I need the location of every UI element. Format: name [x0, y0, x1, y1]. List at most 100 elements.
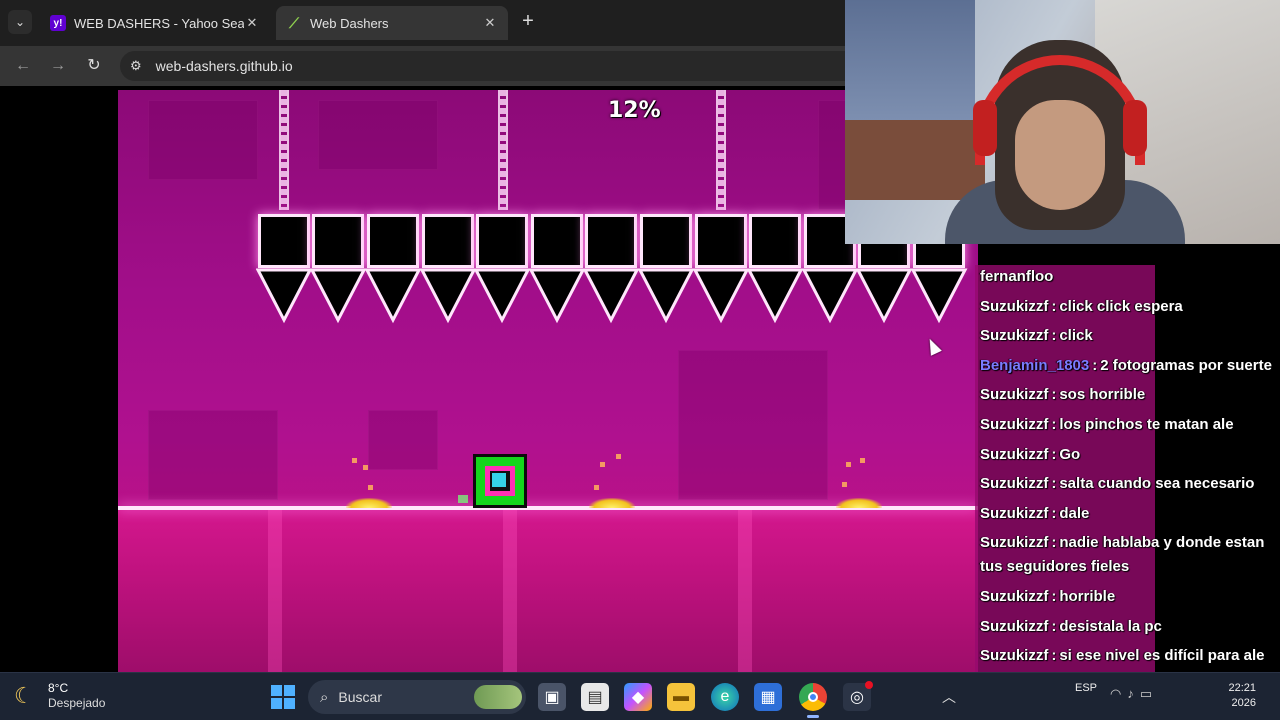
chat-text: click click espera — [1059, 297, 1183, 315]
taskbar-search[interactable]: ⌕ Buscar — [308, 680, 526, 714]
chevron-up-icon[interactable]: ︿ — [942, 687, 956, 707]
chat-username: Suzukizzf — [980, 415, 1049, 433]
spike — [801, 268, 859, 324]
chrome-icon[interactable] — [799, 683, 827, 718]
tab-web-dashers[interactable]: ⟋ Web Dashers ✕ — [276, 6, 508, 40]
spike — [637, 268, 695, 324]
new-tab-button[interactable]: + — [517, 11, 539, 33]
chat-username: Suzukizzf — [980, 475, 1049, 493]
forward-button[interactable]: → — [46, 54, 70, 78]
clock[interactable]: 22:21 2026 — [1210, 681, 1256, 711]
recording-badge — [865, 681, 873, 689]
chat-text: click — [1059, 327, 1093, 345]
spike — [746, 268, 804, 324]
address-bar[interactable]: ⚙ web-dashers.github.io — [120, 51, 845, 81]
chat-separator: : — [1051, 504, 1057, 522]
chain — [279, 90, 289, 210]
particle — [860, 458, 865, 463]
site-info-icon[interactable]: ⚙ — [130, 58, 142, 74]
windows-logo-tile — [284, 685, 295, 696]
background-block — [318, 100, 438, 170]
file-explorer-icon[interactable]: ▬ — [667, 683, 695, 711]
chat-separator: : — [1051, 297, 1057, 315]
tab-search-button[interactable]: ⌄ — [8, 10, 32, 34]
chrome-center — [808, 692, 818, 702]
browser-toolbar: ← → ↻ ⚙ web-dashers.github.io — [0, 46, 845, 86]
particle — [458, 495, 468, 503]
webcam-overlay — [845, 0, 1280, 244]
chat-message: Suzukizzf: click click espera — [975, 295, 1280, 319]
spike — [582, 268, 640, 324]
block — [367, 214, 419, 268]
jump-pad — [836, 498, 882, 508]
obs-icon[interactable]: ◎ — [843, 681, 873, 711]
chat-overlay: fernanfloo Suzukizzf: click click espera … — [975, 265, 1280, 720]
chat-username: Suzukizzf — [980, 297, 1049, 315]
chain — [498, 90, 508, 210]
ground-pillar — [268, 510, 282, 672]
chat-separator: : — [1051, 327, 1057, 345]
spike — [419, 268, 477, 324]
particle — [842, 482, 847, 487]
chat-username: Suzukizzf — [980, 504, 1049, 522]
chat-message: Suzukizzf: horrible — [975, 585, 1280, 609]
back-button[interactable]: ← — [11, 54, 35, 78]
chat-message: Suzukizzf: los pinchos te matan ale — [975, 413, 1280, 437]
notepad-icon[interactable]: ▤ — [581, 683, 609, 711]
particle — [616, 454, 621, 459]
chat-message: Suzukizzf: click — [975, 324, 1280, 348]
chat-separator: : — [1092, 356, 1098, 374]
level-progress: 12% — [608, 98, 661, 123]
weather-widget[interactable]: ☾ 8°C Despejado — [14, 681, 105, 711]
search-icon: ⌕ — [320, 688, 329, 706]
tab-yahoo-search[interactable]: y! WEB DASHERS - Yahoo Search T ✕ — [40, 6, 270, 40]
windows-logo-tile — [284, 698, 295, 709]
spike — [364, 268, 422, 324]
chat-message: fernanfloo — [975, 265, 1280, 289]
spike — [473, 268, 531, 324]
weather-temp: 8°C — [48, 681, 69, 695]
player-cube — [473, 454, 527, 508]
spike — [309, 268, 367, 324]
chat-text: sos horrible — [1059, 386, 1146, 404]
tab-title: WEB DASHERS - Yahoo Search T — [74, 15, 244, 31]
spike — [692, 268, 750, 324]
particle — [594, 485, 599, 490]
chat-username: Suzukizzf — [980, 647, 1049, 665]
webcam-curtain — [845, 0, 975, 120]
yahoo-icon: y! — [50, 15, 66, 31]
system-tray-icons[interactable]: ◠♪▭ — [1110, 686, 1158, 702]
particle — [600, 462, 605, 467]
spike-row — [256, 268, 968, 324]
chat-username: fernanfloo — [980, 268, 1054, 285]
chat-username: Suzukizzf — [980, 386, 1049, 404]
chat-message: Benjamin_1803:2 fotogramas por suerte — [975, 354, 1280, 378]
chat-text: Go — [1059, 445, 1081, 463]
reload-button[interactable]: ↻ — [82, 54, 106, 78]
web-dashers-icon: ⟋ — [289, 14, 299, 31]
chat-message: Suzukizzf: sos horrible — [975, 383, 1280, 407]
headset-earcup — [973, 100, 997, 156]
task-view-icon[interactable]: ▣ — [538, 683, 566, 711]
particle — [352, 458, 357, 463]
microsoft-store-icon[interactable]: ▦ — [754, 683, 782, 711]
windows-logo-tile — [271, 685, 282, 696]
block — [749, 214, 801, 268]
background-block — [368, 410, 438, 470]
language-indicator[interactable]: ESP — [1075, 681, 1097, 696]
edge-browser-icon[interactable]: e — [711, 683, 739, 711]
microsoft-365-icon[interactable]: ◆ — [624, 683, 652, 711]
block — [422, 214, 474, 268]
chat-username: Benjamin_1803 — [980, 356, 1090, 374]
battery-icon: ▭ — [1139, 686, 1159, 701]
chat-list: fernanfloo Suzukizzf: click click espera … — [975, 265, 1280, 698]
arrow-right-icon: → — [50, 57, 66, 74]
start-button[interactable] — [271, 685, 295, 709]
close-icon[interactable]: ✕ — [244, 15, 260, 31]
chat-separator: : — [1051, 587, 1057, 605]
windows-logo-tile — [271, 698, 282, 709]
close-icon[interactable]: ✕ — [482, 15, 498, 31]
spike — [910, 268, 968, 324]
block — [531, 214, 583, 268]
moon-icon: ☾ — [14, 683, 34, 708]
